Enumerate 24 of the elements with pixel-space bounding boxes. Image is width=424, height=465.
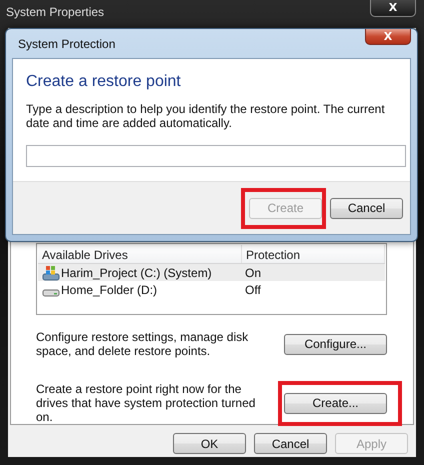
create-button[interactable]: Create... <box>284 392 387 414</box>
system-drive-icon <box>42 264 60 280</box>
dialog-heading: Create a restore point <box>26 73 182 91</box>
dialog-button[interactable]: Cancel <box>254 433 327 454</box>
drive-name: Home_Folder (D:) <box>61 282 158 296</box>
protection-status: On <box>244 266 262 280</box>
protection-status: Off <box>244 282 262 296</box>
close-button[interactable]: X <box>370 0 416 17</box>
configure-button[interactable]: Configure... <box>284 334 387 354</box>
window-title: System Properties <box>6 5 104 19</box>
dialog-description: Type a description to help you identify the restore point. The current date and time are added automatically. <box>26 102 386 130</box>
drive-name: Harim_Project (C:) (System) <box>61 266 212 280</box>
drive-row[interactable]: Home_Folder (D:) Off <box>38 281 385 298</box>
dialog-title: System Protection <box>18 37 116 51</box>
drive-row[interactable]: Harim_Project (C:) (System) On <box>38 264 385 281</box>
column-header[interactable]: Protection <box>242 245 385 263</box>
column-header[interactable]: Available Drives <box>38 245 242 263</box>
create-description: Create a restore point right now for the drives that have system protection turned on. <box>36 382 256 424</box>
description-field[interactable] <box>26 145 406 167</box>
dialog-button[interactable]: Cancel <box>330 198 403 218</box>
dialog-button[interactable]: OK <box>173 433 246 454</box>
drive-icon <box>42 288 60 296</box>
configure-description: Configure restore settings, manage disk space, and delete restore points. <box>36 330 250 358</box>
close-button[interactable]: X <box>365 29 411 45</box>
